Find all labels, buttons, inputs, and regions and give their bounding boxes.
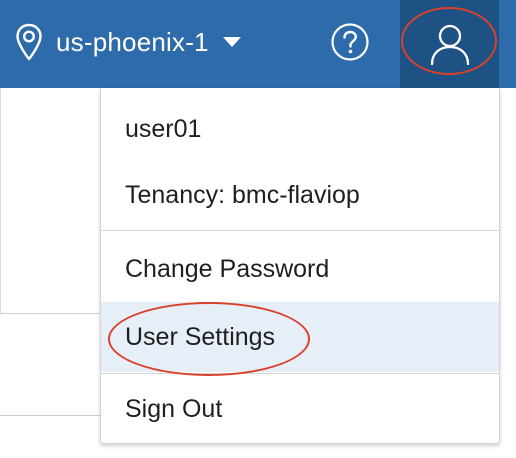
user-icon — [430, 24, 469, 66]
page-divider — [0, 415, 100, 416]
user-settings-item[interactable]: User Settings — [101, 302, 499, 372]
user-dropdown-menu: user01 Tenancy: bmc-flaviop Change Passw… — [100, 88, 500, 444]
region-selector[interactable]: us-phoenix-1 — [14, 20, 241, 64]
top-navigation-bar: us-phoenix-1 — [0, 0, 516, 88]
help-button[interactable] — [330, 22, 370, 62]
menu-username: user01 — [125, 114, 202, 143]
menu-tenancy: Tenancy: bmc-flaviop — [125, 180, 360, 209]
menu-divider — [101, 230, 499, 231]
page-divider — [0, 313, 100, 314]
change-password-item[interactable]: Change Password — [101, 235, 499, 303]
sign-out-item[interactable]: Sign Out — [101, 376, 499, 442]
region-label: us-phoenix-1 — [56, 26, 209, 57]
user-menu-button[interactable] — [400, 0, 499, 88]
question-circle-icon — [331, 23, 369, 61]
caret-down-icon — [222, 37, 241, 47]
page-divider-vertical — [0, 88, 1, 314]
location-pin-icon — [16, 23, 42, 61]
menu-divider — [101, 373, 499, 374]
